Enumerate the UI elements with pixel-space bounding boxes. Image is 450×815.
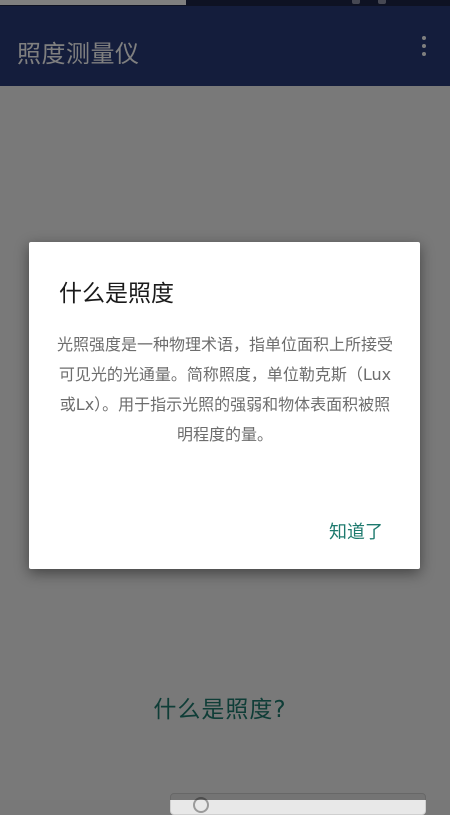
got-it-button[interactable]: 知道了 <box>329 518 383 544</box>
dialog-title: 什么是照度 <box>59 281 174 307</box>
info-dialog: 什么是照度 光照强度是一种物理术语，指单位面积上所接受可见光的光通量。简称照度，… <box>29 242 420 569</box>
dialog-message: 光照强度是一种物理术语，指单位面积上所接受可见光的光通量。简称照度，单位勒克斯（… <box>56 335 393 444</box>
